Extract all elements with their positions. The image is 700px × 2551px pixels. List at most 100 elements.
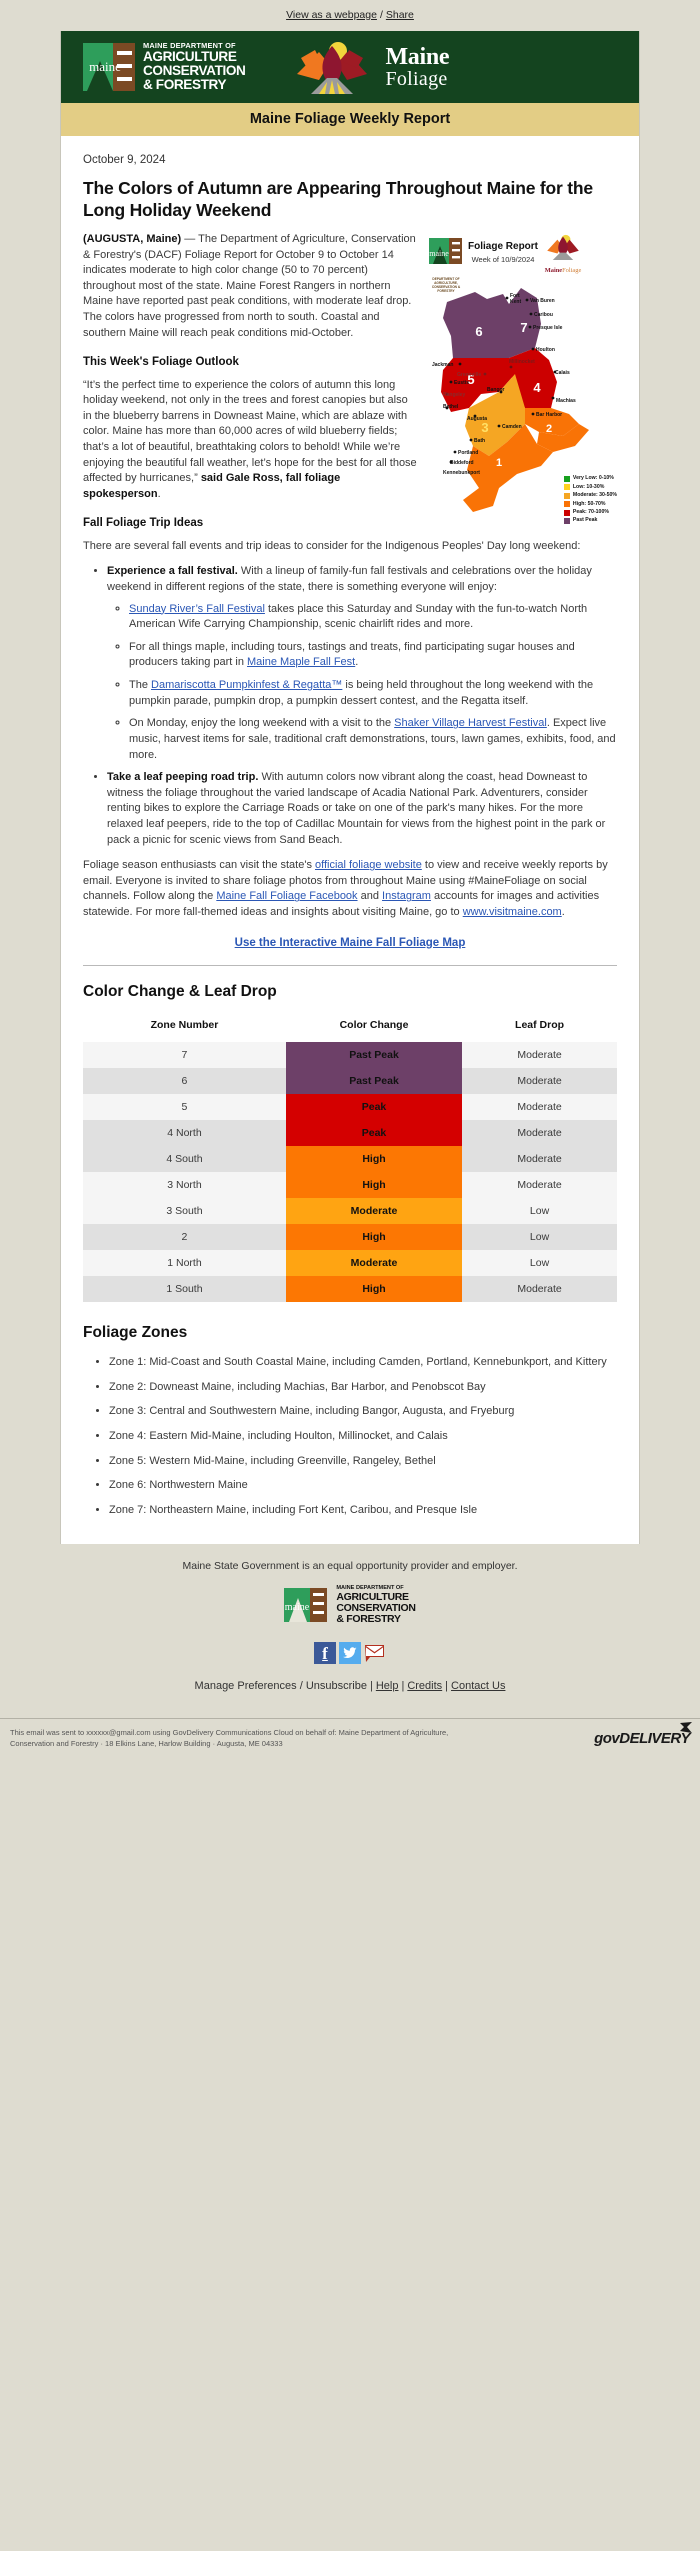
footer-dacf-logo: maine MAINE DEPARTMENT OF AGRICULTURE CO… xyxy=(0,1586,700,1636)
twitter-icon[interactable] xyxy=(339,1642,361,1665)
cell-zone: 3 South xyxy=(83,1198,286,1225)
cell-color-change: Peak xyxy=(285,1094,463,1121)
sep: | xyxy=(401,1680,405,1693)
legend-item: Very Low: 0-10% xyxy=(563,475,617,483)
sub-post: . xyxy=(355,656,359,669)
legend-item: Peak: 70-100% xyxy=(563,508,617,516)
list-item: Zone 4: Eastern Mid-Maine, including Hou… xyxy=(109,1429,617,1445)
trip-ideas-list: Experience a fall festival. With a lineu… xyxy=(83,564,617,848)
svg-text:Camden: Camden xyxy=(502,424,522,430)
list-item: Zone 6: Northwestern Maine xyxy=(109,1478,617,1494)
cell-zone: 1 North xyxy=(83,1250,286,1277)
maine-wordmark: maine xyxy=(89,59,121,74)
legend-label: Low: 10-30% xyxy=(572,483,605,490)
email-share-icon[interactable] xyxy=(364,1642,386,1664)
color-change-section-title: Color Change & Leaf Drop xyxy=(83,983,277,1001)
svg-text:Jackman: Jackman xyxy=(432,362,453,368)
svg-text:Greenville: Greenville xyxy=(457,372,481,378)
cell-leaf-drop: Moderate xyxy=(462,1068,617,1095)
preheader-separator: / xyxy=(379,9,383,21)
masthead: maine MAINE DEPARTMENT OF AGRICULTURE CO… xyxy=(61,31,639,103)
cell-zone: 4 North xyxy=(83,1120,286,1147)
cell-leaf-drop: Low xyxy=(462,1198,617,1225)
footer-maine-m-mark-icon: maine xyxy=(284,1588,328,1623)
maine-fall-foliage-facebook-link[interactable]: Maine Fall Foliage Facebook xyxy=(216,890,357,902)
svg-text:Kennebunkport: Kennebunkport xyxy=(443,470,480,476)
dept-line-4: & FORESTRY xyxy=(143,76,227,92)
dept-line-3: CONSERVATION xyxy=(143,62,246,78)
table-row: 2 High Low xyxy=(83,1224,617,1251)
interactive-map-cta: Use the Interactive Maine Fall Foliage M… xyxy=(83,935,617,952)
footer-dept-name: MAINE DEPARTMENT OF AGRICULTURE CONSERVA… xyxy=(336,1586,416,1624)
maine-m-mark-icon: maine xyxy=(83,43,135,91)
maine-foliage-wordmark: Maine Foliage xyxy=(385,45,449,89)
mini-dacf-logo-icon: maine DEPARTMENT OF AGRICULTURE, CONSERV… xyxy=(429,238,463,293)
govdelivery-logo: govDELIVERY xyxy=(594,1721,692,1747)
svg-text:Bethel: Bethel xyxy=(443,404,459,410)
foliage-zones-list: Zone 1: Mid-Coast and South Coastal Main… xyxy=(83,1355,617,1518)
legend-label: Past Peak xyxy=(572,517,598,524)
list-item: On Monday, enjoy the long weekend with a… xyxy=(129,716,617,763)
svg-text:6: 6 xyxy=(475,324,482,339)
cell-color-change: High xyxy=(285,1224,463,1251)
eeo-statement: Maine State Government is an equal oppor… xyxy=(182,1560,518,1573)
cell-zone: 4 South xyxy=(83,1146,286,1173)
legend-label: Peak: 70-100% xyxy=(572,508,609,515)
mini-foliage-logo: MaineFoliage xyxy=(543,234,583,274)
cell-color-change: Peak xyxy=(285,1120,463,1147)
visitmaine-link[interactable]: www.visitmaine.com xyxy=(463,906,562,918)
article-body: October 9, 2024 The Colors of Autumn are… xyxy=(61,136,639,1544)
svg-text:2: 2 xyxy=(546,423,552,435)
legend-swatch xyxy=(563,476,570,483)
cell-leaf-drop: Low xyxy=(462,1250,617,1277)
cell-leaf-drop: Moderate xyxy=(462,1146,617,1173)
cell-zone: 6 xyxy=(83,1068,286,1095)
cell-zone: 2 xyxy=(83,1224,286,1251)
maine-maple-fall-fest-link[interactable]: Maine Maple Fall Fest xyxy=(247,656,355,668)
legal-line-1: This email was sent to xxxxxx@gmail.com … xyxy=(10,1728,449,1738)
list-item: Experience a fall festival. With a lineu… xyxy=(107,564,617,763)
facebook-icon[interactable]: f xyxy=(314,1642,336,1665)
govdelivery-wordmark: govDELIVERY xyxy=(594,1729,690,1747)
instagram-link[interactable]: Instagram xyxy=(382,890,431,902)
damariscotta-pumpkinfest-link[interactable]: Damariscotta Pumpkinfest & Regatta™ xyxy=(151,679,342,691)
page-title: The Colors of Autumn are Appearing Throu… xyxy=(83,178,593,220)
contact-us-link[interactable]: Contact Us xyxy=(451,1680,505,1692)
sep: | xyxy=(445,1680,449,1693)
quote-text: “It’s the perfect time to experience the… xyxy=(83,378,417,485)
official-foliage-website-link[interactable]: official foliage website xyxy=(315,859,422,871)
table-row: 1 South High Moderate xyxy=(83,1276,617,1303)
svg-text:Calais: Calais xyxy=(555,370,570,376)
interactive-foliage-map-link[interactable]: Use the Interactive Maine Fall Foliage M… xyxy=(235,937,466,949)
email-container: maine MAINE DEPARTMENT OF AGRICULTURE CO… xyxy=(60,31,640,1545)
svg-text:3: 3 xyxy=(481,420,488,435)
legend-label: High: 50-70% xyxy=(572,500,606,507)
svg-text:Presque Isle: Presque Isle xyxy=(533,325,563,331)
table-row: 1 North Moderate Low xyxy=(83,1250,617,1277)
view-as-webpage-link[interactable]: View as a webpage xyxy=(286,9,377,21)
legend-swatch xyxy=(563,517,570,524)
legend-item: Past Peak xyxy=(563,517,617,524)
manage-preferences-text[interactable]: Manage Preferences / Unsubscribe xyxy=(195,1680,367,1692)
svg-text:Bath: Bath xyxy=(474,438,485,444)
cell-color-change: High xyxy=(285,1146,463,1173)
col-color-change: Color Change xyxy=(339,1019,409,1032)
list-item: Zone 3: Central and Southwestern Maine, … xyxy=(109,1404,617,1420)
svg-text:4: 4 xyxy=(533,380,541,395)
legend-item: High: 50-70% xyxy=(563,500,617,508)
share-link[interactable]: Share xyxy=(386,9,414,21)
credits-link[interactable]: Credits xyxy=(407,1680,442,1692)
sunday-river-fall-festival-link[interactable]: Sunday River’s Fall Festival xyxy=(129,603,265,615)
list-item: Zone 5: Western Mid-Maine, including Gre… xyxy=(109,1454,617,1470)
cell-leaf-drop: Moderate xyxy=(462,1172,617,1199)
table-header-row: Zone Number Color Change Leaf Drop xyxy=(83,1014,617,1042)
shaker-village-harvest-festival-link[interactable]: Shaker Village Harvest Festival xyxy=(394,717,547,729)
legend-item: Moderate: 30-50% xyxy=(563,492,617,499)
help-link[interactable]: Help xyxy=(376,1680,399,1692)
bullet-lead: Take a leaf peeping road trip. xyxy=(107,771,259,784)
legal-text: This email was sent to xxxxxx@gmail.com … xyxy=(10,1727,584,1750)
svg-text:Machias: Machias xyxy=(556,398,576,404)
map-header: maine DEPARTMENT OF AGRICULTURE, CONSERV… xyxy=(429,234,617,293)
table-row: 3 North High Moderate xyxy=(83,1172,617,1199)
table-row: 5 Peak Moderate xyxy=(83,1094,617,1121)
